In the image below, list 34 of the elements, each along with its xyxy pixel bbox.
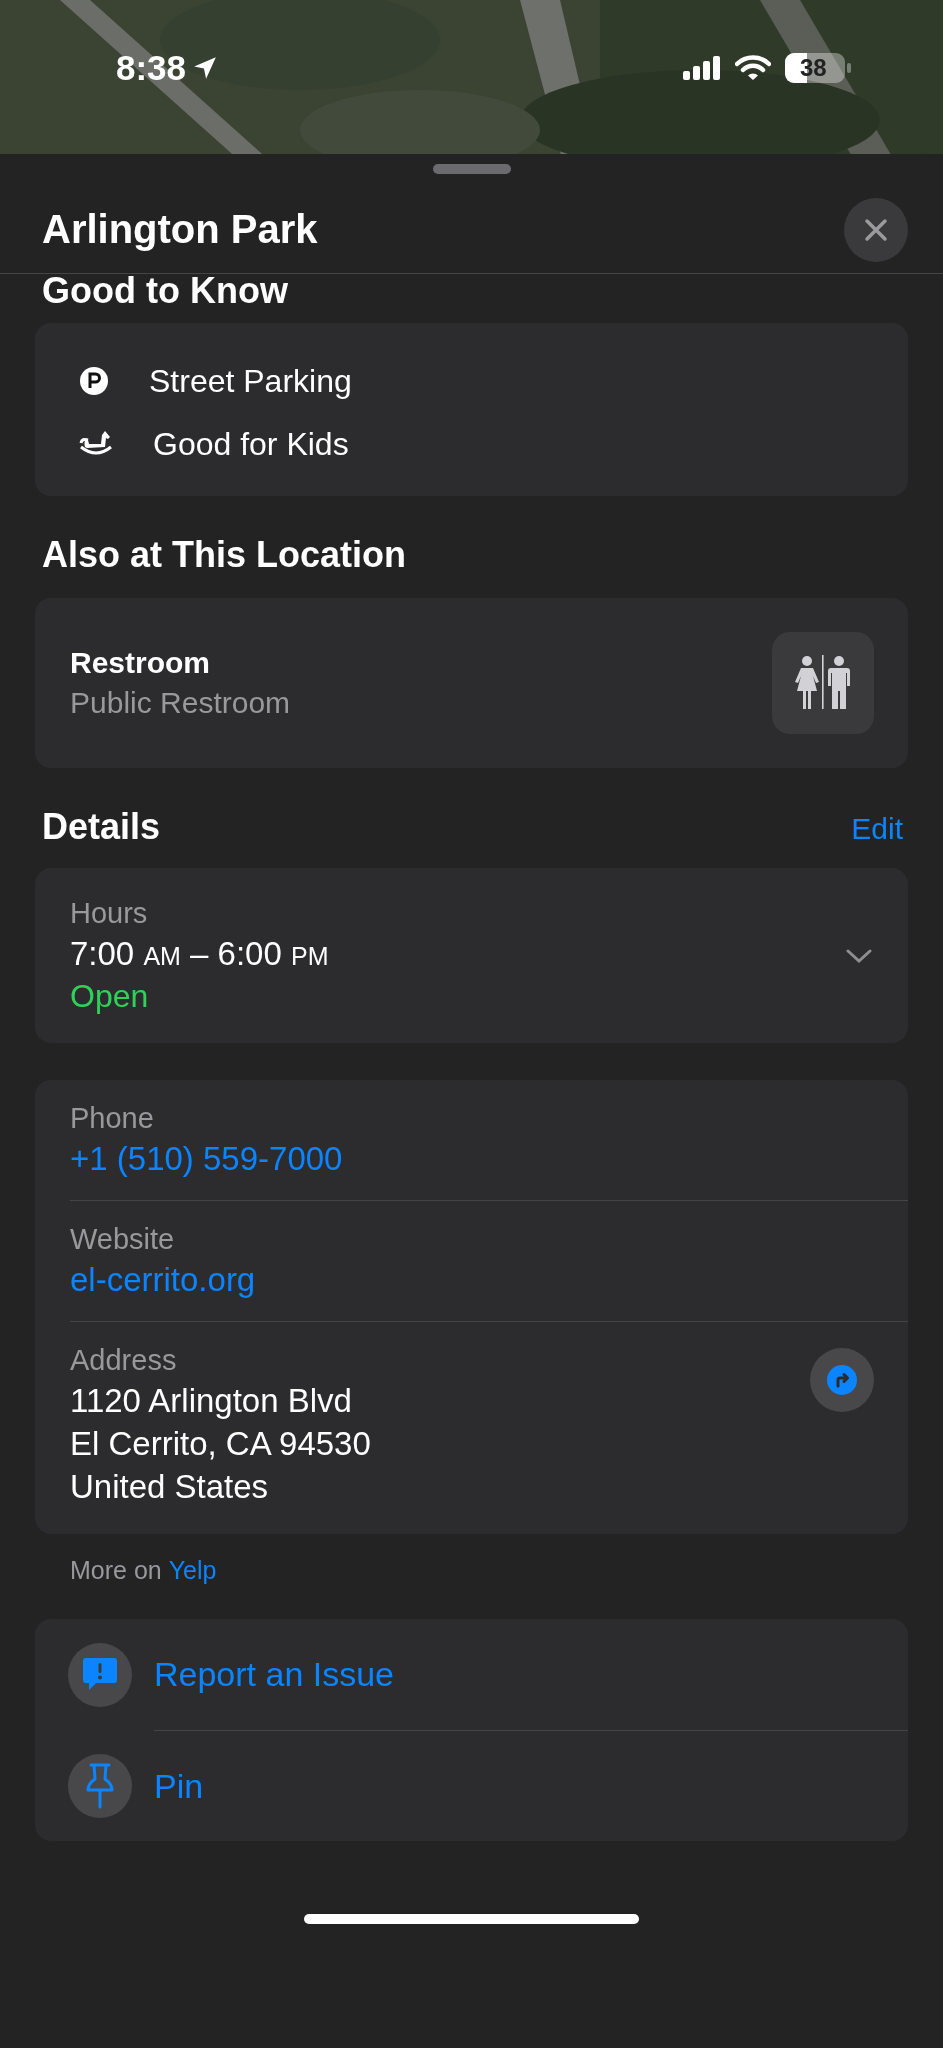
- grabber-handle[interactable]: [432, 164, 511, 174]
- pushpin-icon: [85, 1762, 115, 1809]
- action-row[interactable]: Report an Issue: [68, 1619, 908, 1730]
- hours-card[interactable]: Hours 7:00 AM – 6:00 PM Open: [35, 868, 908, 1043]
- hours-text: 7:00 AM – 6:00 PM: [70, 934, 329, 973]
- address-line: 1120 Arlington Blvd: [70, 1382, 353, 1420]
- status-time: 8:38: [116, 48, 187, 88]
- location-arrow-icon: [192, 55, 219, 81]
- close-icon: [863, 216, 889, 243]
- parking-icon: [79, 366, 109, 396]
- yelp-link[interactable]: Yelp: [168, 1556, 217, 1585]
- contact-link[interactable]: el-cerrito.org: [70, 1261, 256, 1299]
- wifi-icon: [735, 55, 771, 81]
- place-name: Restroom: [70, 646, 212, 680]
- action-label: Report an Issue: [154, 1654, 396, 1695]
- feature-label: Street Parking: [149, 362, 352, 400]
- open-status: Open: [70, 977, 150, 1015]
- field-label: Address: [70, 1344, 178, 1377]
- field-label: Hours: [70, 896, 149, 930]
- section-heading: Also at This Location: [42, 534, 408, 576]
- place-title: Arlington Park: [42, 207, 318, 252]
- field-label: Website: [70, 1223, 176, 1256]
- feature-label: Good for Kids: [153, 425, 349, 463]
- source-note: More on: [70, 1556, 162, 1585]
- address-line: United States: [70, 1468, 270, 1506]
- address-line: El Cerrito, CA 94530: [70, 1425, 371, 1463]
- place-type: Public Restroom: [70, 686, 291, 720]
- location-card[interactable]: Restroom Public Restroom: [35, 598, 908, 768]
- section-heading: Good to Know: [42, 273, 289, 309]
- field-label: Phone: [70, 1102, 155, 1135]
- section-heading: Details: [42, 806, 161, 848]
- edit-link[interactable]: Edit: [851, 812, 903, 846]
- signal-icon: [683, 56, 721, 80]
- contact-link[interactable]: +1 (510) 559-7000: [70, 1140, 343, 1178]
